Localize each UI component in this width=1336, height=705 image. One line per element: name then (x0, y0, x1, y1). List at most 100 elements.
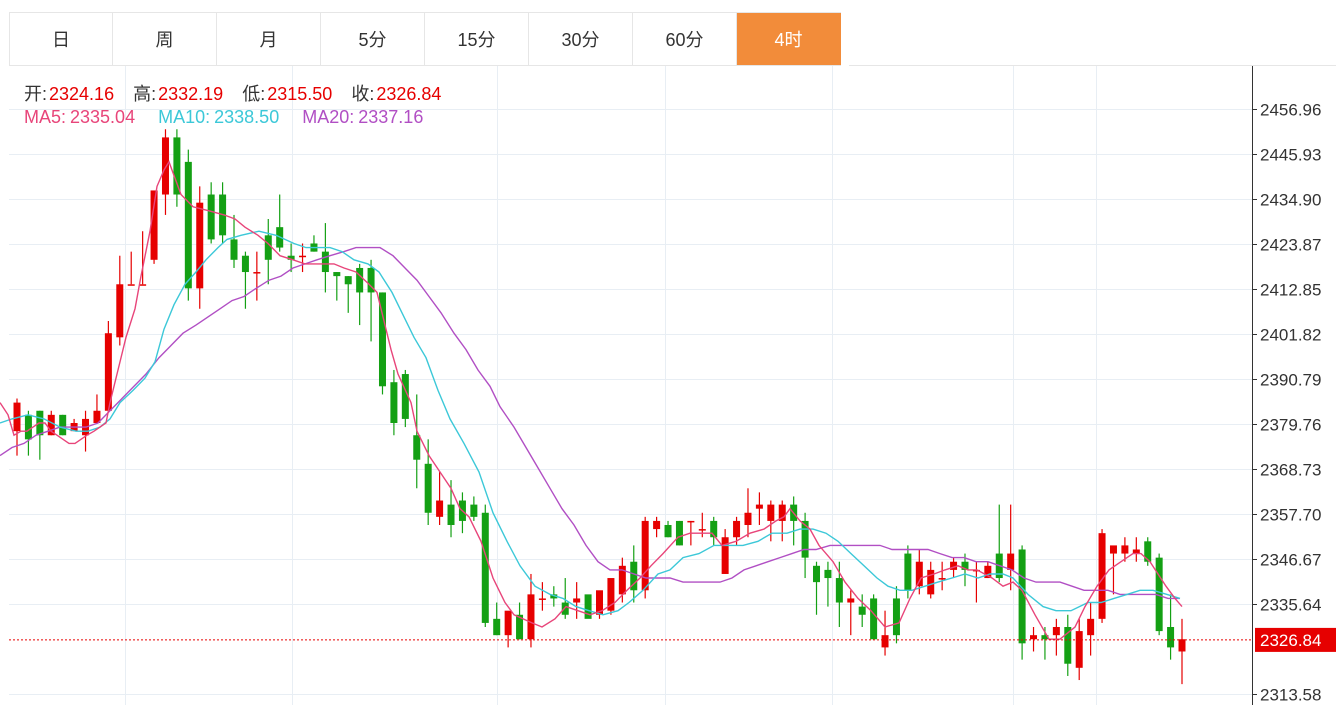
candle-body-71 (824, 569, 832, 579)
candle-body-96 (1109, 545, 1117, 554)
tab-bar-divider (849, 65, 1336, 66)
candle-body-94 (1087, 618, 1095, 636)
ma5-label: MA5: (24, 107, 67, 127)
tab-2[interactable]: 月 (217, 13, 321, 65)
low-label: 低: (242, 84, 266, 104)
candle-body-41 (481, 512, 489, 623)
candle-body-57 (664, 525, 672, 538)
y-tick-label-12: 2313.58 (1260, 686, 1321, 705)
y-tick-label-3: 2423.87 (1260, 236, 1321, 255)
candle-body-45 (527, 594, 535, 640)
candle-body-1 (24, 414, 32, 440)
tab-6[interactable]: 60分 (633, 13, 737, 65)
ma5-value: 2335.04 (70, 107, 136, 127)
candle-body-93 (1075, 631, 1083, 668)
candle-body-101 (1167, 627, 1175, 648)
close-label: 收: (351, 84, 375, 104)
candle-body-25 (299, 255, 307, 258)
candle-body-58 (675, 520, 683, 546)
candle-body-63 (733, 520, 741, 538)
candle-body-37 (436, 500, 444, 517)
candle-body-99 (1144, 541, 1152, 562)
candle-body-66 (767, 504, 775, 521)
ma10-line (0, 230, 1181, 616)
candle-body-76 (881, 635, 889, 648)
candle-body-77 (892, 598, 900, 636)
candle-body-38 (447, 504, 455, 526)
candle-body-19 (230, 239, 238, 260)
low-value: 2315.50 (267, 84, 333, 104)
ma20-value: 2337.16 (358, 107, 424, 127)
y-tick-label-6: 2390.79 (1260, 371, 1321, 390)
candle-body-28 (333, 272, 341, 277)
high-label: 高: (133, 84, 157, 104)
candle-body-78 (904, 553, 912, 591)
candle-body-20 (241, 255, 249, 273)
candle-body-29 (344, 276, 352, 285)
candle-body-74 (858, 606, 866, 615)
candle-body-89 (1030, 635, 1038, 640)
high-value: 2332.19 (158, 84, 224, 104)
tab-3[interactable]: 5分 (321, 13, 425, 65)
open-value: 2324.16 (49, 84, 115, 104)
y-tick-label-0: 2456.96 (1260, 101, 1321, 120)
ma10-label: MA10: (158, 107, 211, 127)
tab-0[interactable]: 日 (9, 13, 113, 65)
y-tick-label-9: 2357.70 (1260, 506, 1321, 525)
tab-7[interactable]: 4时 (737, 13, 841, 65)
candle-body-46 (538, 598, 546, 600)
candle-body-30 (356, 267, 364, 293)
candle-body-21 (253, 272, 261, 274)
candle-body-62 (721, 537, 729, 574)
y-tick-label-10: 2346.67 (1260, 551, 1321, 570)
candle-body-14 (173, 137, 181, 195)
open-label: 开: (24, 84, 48, 104)
ma20-label: MA20: (302, 107, 355, 127)
candle-body-4 (59, 414, 67, 436)
candle-body-60 (698, 529, 706, 531)
ohlc-legend: 开: 2324.16 高: 2332.19 低: 2315.50 收: 2326.84 (24, 80, 455, 106)
tab-5[interactable]: 30分 (529, 13, 633, 65)
y-tick-label-7: 2379.76 (1260, 416, 1321, 435)
period-tabs: 日周月 5分 15分 30分 60分 4时 (9, 12, 841, 66)
candle-body-13 (161, 137, 169, 195)
y-tick-label-11: 2335.64 (1260, 596, 1321, 615)
candle-body-48 (561, 602, 569, 615)
candle-body-10 (127, 284, 135, 286)
candle-body-72 (835, 578, 843, 603)
candle-body-42 (493, 618, 501, 636)
tab-1[interactable]: 周 (113, 13, 217, 65)
tab-4[interactable]: 15分 (425, 13, 529, 65)
candle-body-81 (938, 578, 946, 580)
candle-body-91 (1052, 627, 1060, 636)
candle-body-11 (139, 284, 147, 286)
candle-body-36 (424, 463, 432, 513)
candle-body-40 (470, 504, 478, 517)
close-value: 2326.84 (376, 84, 442, 104)
candle-body-15 (184, 161, 192, 289)
candle-body-87 (1007, 553, 1015, 570)
candle-body-55 (641, 520, 649, 591)
candle-body-75 (870, 598, 878, 640)
last-price-label: 2326.84 (1260, 631, 1321, 650)
y-tick-label-5: 2401.82 (1260, 326, 1321, 345)
ma10-value: 2338.50 (214, 107, 280, 127)
candle-body-9 (116, 284, 124, 338)
y-tick-label-8: 2368.73 (1260, 461, 1321, 480)
y-tick-label-2: 2434.90 (1260, 191, 1321, 210)
candle-body-33 (390, 382, 398, 424)
y-tick-label-1: 2445.93 (1260, 146, 1321, 165)
candle-body-102 (1178, 639, 1186, 652)
candle-body-65 (755, 504, 763, 509)
candle-body-43 (504, 610, 512, 636)
candle-body-27 (321, 251, 329, 273)
candle-body-97 (1121, 545, 1129, 554)
candle-body-22 (264, 235, 272, 260)
candle-body-70 (813, 565, 821, 583)
candle-body-17 (207, 194, 215, 240)
candle-body-64 (744, 512, 752, 526)
candle-body-49 (573, 598, 581, 603)
candle-body-73 (847, 598, 855, 603)
y-tick-label-4: 2412.85 (1260, 281, 1321, 300)
candle-body-59 (687, 520, 695, 523)
